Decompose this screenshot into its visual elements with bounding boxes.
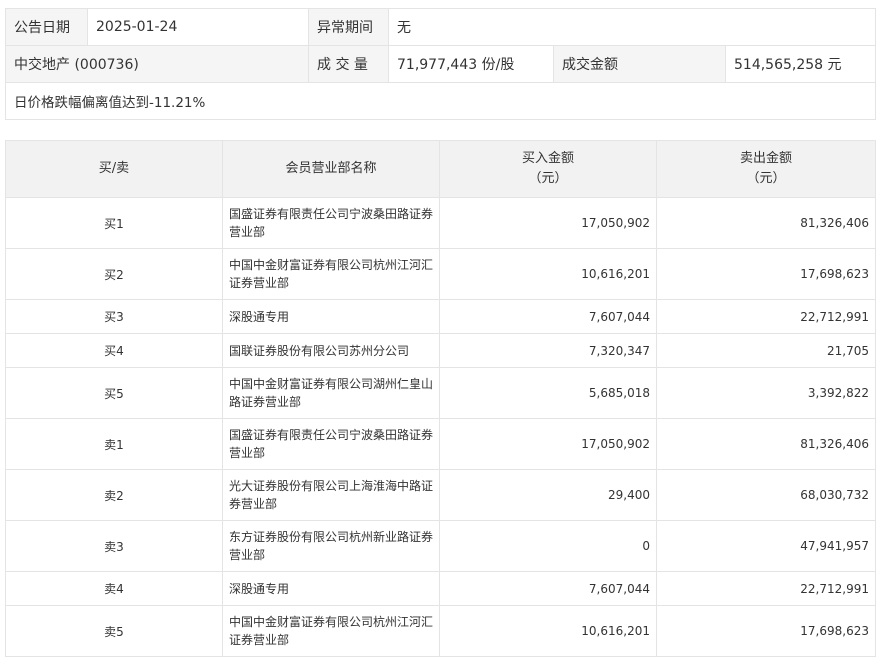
sell-amount-cell: 22,712,991 <box>656 571 876 606</box>
buy-amount-cell: 10,616,201 <box>439 248 657 300</box>
member-cell: 光大证券股份有限公司上海淮海中路证券营业部 <box>222 469 440 521</box>
table-row: 卖2 光大证券股份有限公司上海淮海中路证券营业部 29,400 68,030,7… <box>5 469 876 521</box>
table-row: 卖1 国盛证券有限责任公司宁波桑田路证券营业部 17,050,902 81,32… <box>5 418 876 470</box>
member-cell: 国盛证券有限责任公司宁波桑田路证券营业部 <box>222 418 440 470</box>
header-side: 买/卖 <box>5 140 223 198</box>
sell-amount-cell: 22,712,991 <box>656 299 876 334</box>
side-cell: 买2 <box>5 248 223 300</box>
header-row: 买/卖 会员营业部名称 买入金额 （元） 卖出金额 （元） <box>5 140 876 198</box>
member-cell: 中国中金财富证券有限公司湖州仁皇山路证券营业部 <box>222 367 440 419</box>
table-row: 买4 国联证券股份有限公司苏州分公司 7,320,347 21,705 <box>5 333 876 368</box>
abnormal-period-value: 无 <box>387 8 877 46</box>
header-sell: 卖出金额 （元） <box>656 140 876 198</box>
sell-amount-cell: 3,392,822 <box>656 367 876 419</box>
header-member: 会员营业部名称 <box>222 140 440 198</box>
member-cell: 中国中金财富证券有限公司杭州江河汇证券营业部 <box>222 248 440 300</box>
header-buy: 买入金额 （元） <box>439 140 657 198</box>
member-cell: 深股通专用 <box>222 299 440 334</box>
side-cell: 卖2 <box>5 469 223 521</box>
member-cell: 中国中金财富证券有限公司杭州江河汇证券营业部 <box>222 605 440 657</box>
sell-amount-cell: 17,698,623 <box>656 248 876 300</box>
sell-amount-cell: 21,705 <box>656 333 876 368</box>
buy-amount-cell: 7,607,044 <box>439 299 657 334</box>
sell-amount-cell: 81,326,406 <box>656 418 876 470</box>
buy-amount-cell: 10,616,201 <box>439 605 657 657</box>
side-cell: 卖1 <box>5 418 223 470</box>
announce-date-label: 公告日期 <box>5 8 88 46</box>
side-cell: 卖5 <box>5 605 223 657</box>
amount-label: 成交金额 <box>553 45 726 83</box>
buy-amount-cell: 7,607,044 <box>439 571 657 606</box>
side-cell: 买4 <box>5 333 223 368</box>
table-row: 卖4 深股通专用 7,607,044 22,712,991 <box>5 571 876 606</box>
member-cell: 国盛证券有限责任公司宁波桑田路证券营业部 <box>222 197 440 249</box>
buy-amount-cell: 17,050,902 <box>439 197 657 249</box>
table-row: 买2 中国中金财富证券有限公司杭州江河汇证券营业部 10,616,201 17,… <box>5 248 876 300</box>
sell-amount-cell: 81,326,406 <box>656 197 876 249</box>
buy-amount-cell: 29,400 <box>439 469 657 521</box>
header-buy-line1: 买入金额 <box>521 151 574 166</box>
abnormal-period-label: 异常期间 <box>308 8 389 46</box>
side-cell: 卖3 <box>5 520 223 572</box>
member-cell: 深股通专用 <box>222 571 440 606</box>
buy-amount-cell: 7,320,347 <box>439 333 657 368</box>
side-cell: 卖4 <box>5 571 223 606</box>
table-row: 卖3 东方证券股份有限公司杭州新业路证券营业部 0 47,941,957 <box>5 520 876 572</box>
amount-value: 514,565,258 元 <box>724 45 877 83</box>
sell-amount-cell: 47,941,957 <box>656 520 876 572</box>
side-cell: 买3 <box>5 299 223 334</box>
member-table: 买/卖 会员营业部名称 买入金额 （元） 卖出金额 （元） 买1 国盛证券有限责… <box>5 140 876 657</box>
header-buy-line2: （元） <box>528 171 568 186</box>
table-row: 买1 国盛证券有限责任公司宁波桑田路证券营业部 17,050,902 81,32… <box>5 197 876 249</box>
table-row: 买5 中国中金财富证券有限公司湖州仁皇山路证券营业部 5,685,018 3,3… <box>5 367 876 419</box>
side-cell: 买1 <box>5 197 223 249</box>
member-cell: 国联证券股份有限公司苏州分公司 <box>222 333 440 368</box>
buy-amount-cell: 5,685,018 <box>439 367 657 419</box>
stock-name: 中交地产 (000736) <box>5 45 309 83</box>
table-row: 买3 深股通专用 7,607,044 22,712,991 <box>5 299 876 334</box>
volume-label: 成 交 量 <box>308 45 389 83</box>
member-cell: 东方证券股份有限公司杭州新业路证券营业部 <box>222 520 440 572</box>
header-sell-line1: 卖出金额 <box>739 151 792 166</box>
table-row: 卖5 中国中金财富证券有限公司杭州江河汇证券营业部 10,616,201 17,… <box>5 605 876 657</box>
buy-amount-cell: 0 <box>439 520 657 572</box>
sell-amount-cell: 17,698,623 <box>656 605 876 657</box>
announce-date-value: 2025-01-24 <box>87 8 309 46</box>
info-table: 公告日期 2025-01-24 异常期间 无 中交地产 (000736) 成 交… <box>4 8 877 120</box>
deviation-note: 日价格跌幅偏离值达到-11.21% <box>4 82 877 120</box>
side-cell: 买5 <box>5 367 223 419</box>
volume-value: 71,977,443 份/股 <box>388 45 554 83</box>
header-sell-line2: （元） <box>746 171 786 186</box>
buy-amount-cell: 17,050,902 <box>439 418 657 470</box>
sell-amount-cell: 68,030,732 <box>656 469 876 521</box>
